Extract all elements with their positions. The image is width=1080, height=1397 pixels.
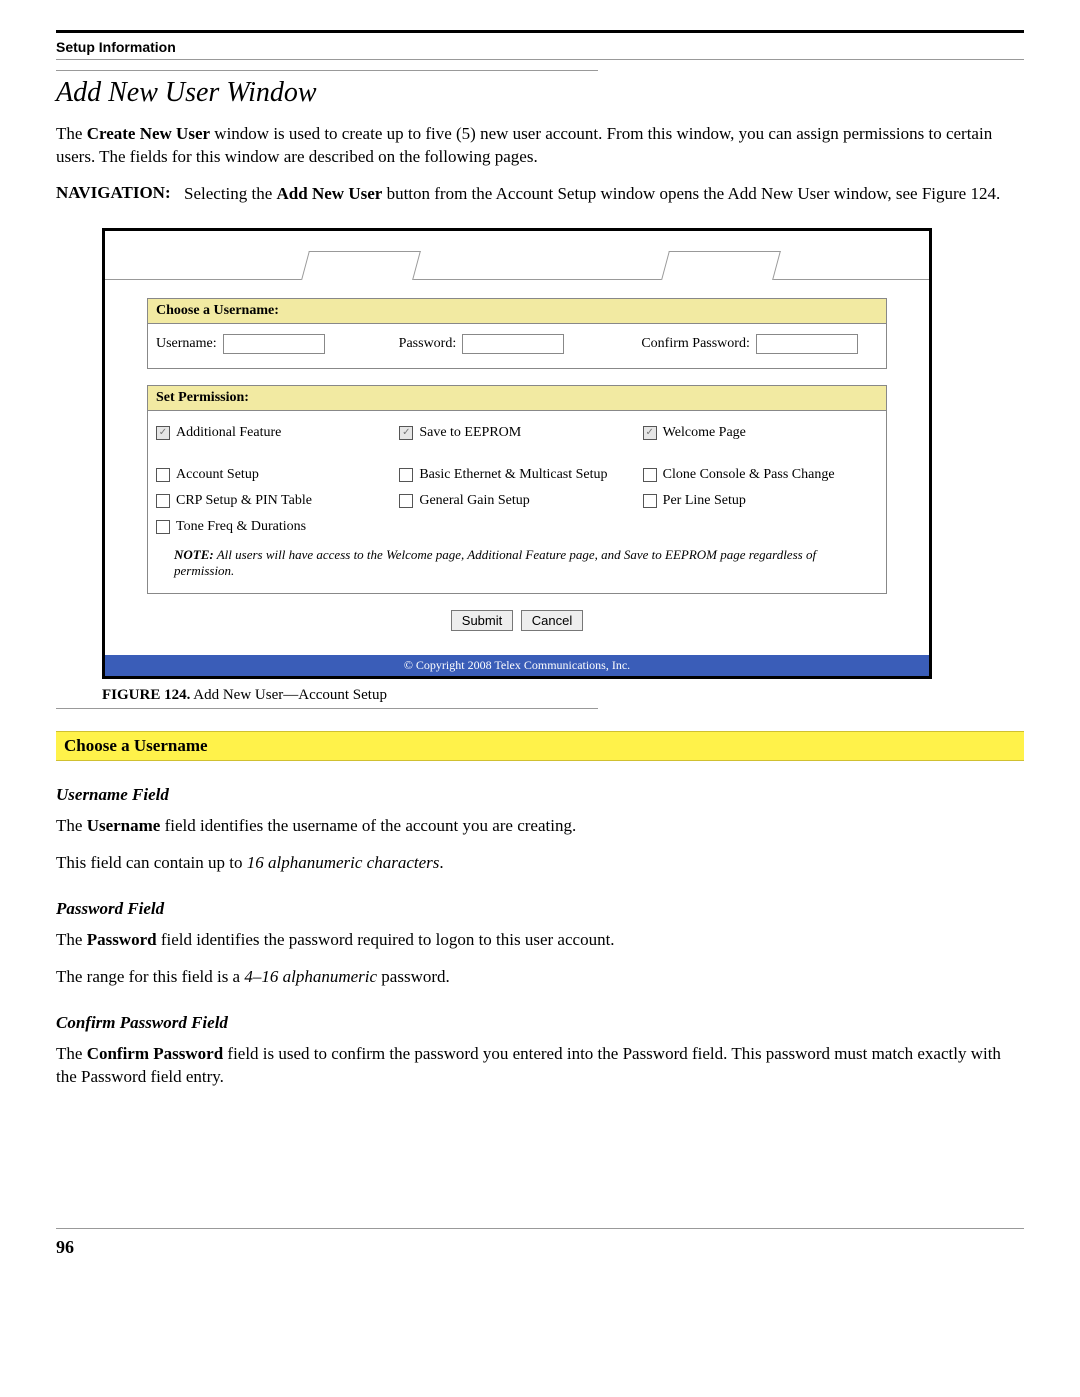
- text: The range for this field is a: [56, 967, 244, 986]
- perm-label: Basic Ethernet & Multicast Setup: [419, 467, 607, 483]
- paragraph: The range for this field is a 4–16 alpha…: [56, 966, 1024, 989]
- confirm-password-label: Confirm Password:: [641, 336, 750, 352]
- perm-label: Additional Feature: [176, 425, 281, 441]
- checkbox[interactable]: [399, 468, 413, 482]
- text-bold: Create New User: [87, 124, 210, 143]
- cancel-button[interactable]: Cancel: [521, 610, 583, 631]
- text-italic: 16 alphanumeric characters: [247, 853, 440, 872]
- text: button from the Account Setup window ope…: [382, 184, 1000, 203]
- text: This field can contain up to: [56, 853, 247, 872]
- note-text: All users will have access to the Welcom…: [174, 547, 816, 578]
- text: The: [56, 124, 87, 143]
- text-bold: Add New User: [277, 184, 383, 203]
- perm-label: Tone Freq & Durations: [176, 519, 306, 535]
- text: field identifies the password required t…: [157, 930, 615, 949]
- text: The: [56, 930, 87, 949]
- text-bold: Confirm Password: [87, 1044, 223, 1063]
- checkbox[interactable]: [156, 468, 170, 482]
- checkbox[interactable]: [643, 494, 657, 508]
- submit-button[interactable]: Submit: [451, 610, 513, 631]
- navigation-block: NAVIGATION: Selecting the Add New User b…: [56, 183, 1024, 206]
- perm-label: Save to EEPROM: [419, 425, 521, 441]
- section-rule: [56, 70, 598, 71]
- checkbox-disabled: ✓: [399, 426, 413, 440]
- set-permission-panel: Set Permission: ✓ Additional Feature ✓ Sav…: [147, 385, 887, 594]
- text: password.: [377, 967, 450, 986]
- tab-row: [105, 231, 929, 280]
- password-label: Password:: [399, 336, 457, 352]
- text: .: [439, 853, 443, 872]
- checkbox[interactable]: [399, 494, 413, 508]
- paragraph: The Username field identifies the userna…: [56, 815, 1024, 838]
- password-field-heading: Password Field: [56, 899, 1024, 919]
- panel-heading: Set Permission:: [148, 386, 886, 411]
- confirm-password-input[interactable]: [756, 334, 858, 354]
- checkbox[interactable]: [156, 494, 170, 508]
- top-rule: [56, 30, 1024, 33]
- tab-shape: [661, 251, 781, 280]
- section-rule: [56, 708, 598, 709]
- text: The: [56, 816, 87, 835]
- tab-shape: [301, 251, 421, 280]
- note-label: NOTE:: [174, 547, 214, 562]
- header-underline: [56, 59, 1024, 60]
- username-label: Username:: [156, 336, 217, 352]
- figure-number: FIGURE 124.: [102, 687, 190, 703]
- checkbox[interactable]: [643, 468, 657, 482]
- text: field identifies the username of the acc…: [160, 816, 576, 835]
- figure-screenshot: Choose a Username: Username: Password:: [102, 228, 932, 679]
- perm-label: Welcome Page: [663, 425, 746, 441]
- paragraph: This field can contain up to 16 alphanum…: [56, 852, 1024, 875]
- perm-label: Account Setup: [176, 467, 259, 483]
- confirm-password-field-heading: Confirm Password Field: [56, 1013, 1024, 1033]
- figure-caption: FIGURE 124. Add New User—Account Setup: [102, 687, 1024, 704]
- text-bold: Username: [87, 816, 161, 835]
- navigation-label: NAVIGATION:: [56, 183, 184, 206]
- perm-label: Per Line Setup: [663, 493, 746, 509]
- checkbox[interactable]: [156, 520, 170, 534]
- perm-label: General Gain Setup: [419, 493, 529, 509]
- username-input[interactable]: [223, 334, 325, 354]
- username-field-heading: Username Field: [56, 785, 1024, 805]
- figure-caption-text: Add New User—Account Setup: [190, 687, 387, 703]
- text: Selecting the: [184, 184, 277, 203]
- footer-rule: [56, 1228, 1024, 1229]
- navigation-text: Selecting the Add New User button from t…: [184, 183, 1024, 206]
- copyright-bar: © Copyright 2008 Telex Communications, I…: [105, 655, 929, 676]
- perm-label: CRP Setup & PIN Table: [176, 493, 312, 509]
- page-title: Add New User Window: [56, 77, 1024, 109]
- intro-paragraph: The Create New User window is used to cr…: [56, 123, 1024, 169]
- paragraph: The Password field identifies the passwo…: [56, 929, 1024, 952]
- choose-username-band: Choose a Username: [56, 731, 1024, 761]
- text: The: [56, 1044, 87, 1063]
- page-number: 96: [56, 1237, 1024, 1258]
- permission-note: NOTE: All users will have access to the …: [174, 547, 878, 579]
- panel-heading: Choose a Username:: [148, 299, 886, 324]
- paragraph: The Confirm Password field is used to co…: [56, 1043, 1024, 1089]
- text-bold: Password: [87, 930, 157, 949]
- text-italic: 4–16 alphanumeric: [244, 967, 377, 986]
- header-section-label: Setup Information: [56, 39, 1024, 55]
- checkbox-disabled: ✓: [156, 426, 170, 440]
- choose-username-panel: Choose a Username: Username: Password:: [147, 298, 887, 369]
- perm-label: Clone Console & Pass Change: [663, 467, 835, 483]
- checkbox-disabled: ✓: [643, 426, 657, 440]
- password-input[interactable]: [462, 334, 564, 354]
